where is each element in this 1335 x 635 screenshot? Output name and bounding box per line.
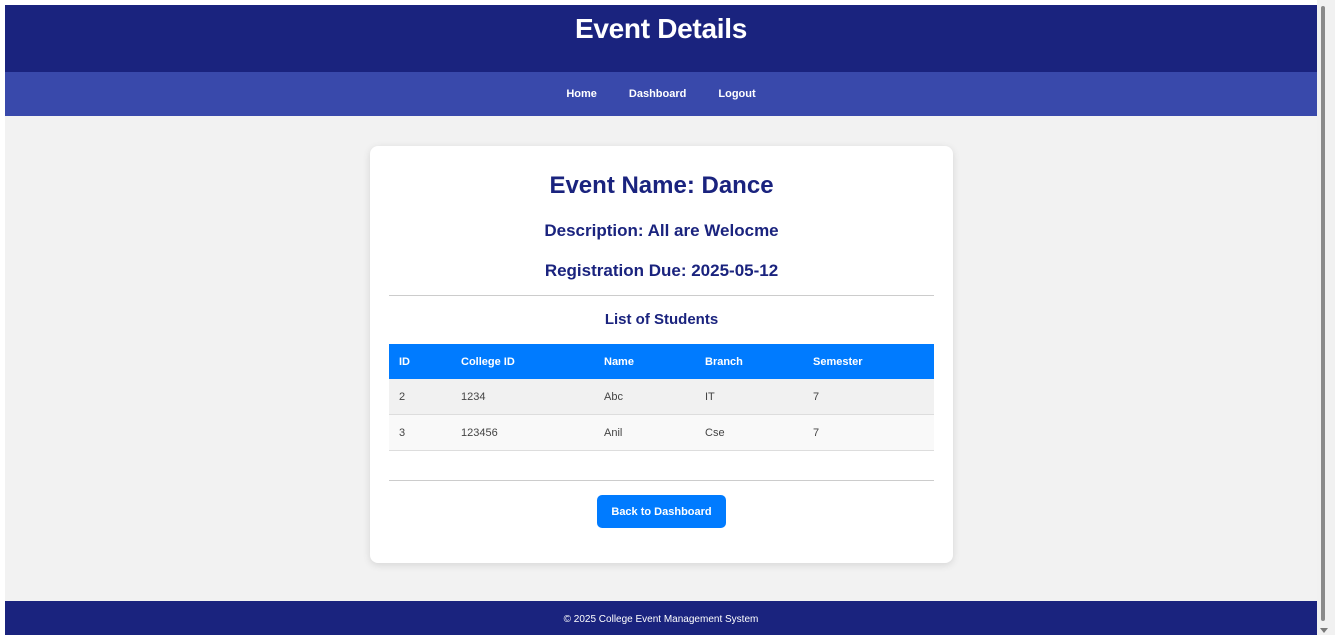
divider [389, 480, 934, 481]
nav-dashboard-link[interactable]: Dashboard [629, 88, 686, 100]
cell-name: Anil [594, 414, 695, 451]
vertical-scrollbar[interactable] [1317, 0, 1335, 635]
main-nav: Home Dashboard Logout [5, 72, 1317, 116]
scrollbar-thumb[interactable] [1321, 6, 1325, 621]
table-header-row: ID College ID Name Branch Semester [389, 344, 934, 379]
page-title: Event Details [575, 13, 747, 44]
cell-semester: 7 [803, 379, 934, 415]
page: Event Details Home Dashboard Logout Even… [0, 0, 1335, 635]
event-name: Event Name: Dance [549, 172, 774, 199]
column-header-college-id: College ID [451, 344, 594, 379]
site-footer: © 2025 College Event Management System [5, 601, 1317, 635]
cell-college-id: 123456 [451, 414, 594, 451]
scroll-down-arrow-icon[interactable] [1320, 628, 1328, 633]
column-header-semester: Semester [803, 344, 934, 379]
back-to-dashboard-button[interactable]: Back to Dashboard [597, 495, 726, 528]
cell-id: 2 [389, 379, 451, 415]
cell-semester: 7 [803, 414, 934, 451]
site-header: Event Details [5, 5, 1317, 72]
cell-id: 3 [389, 414, 451, 451]
students-list-title: List of Students [604, 311, 719, 328]
footer-copyright: © 2025 College Event Management System [563, 614, 759, 625]
divider [389, 295, 934, 296]
cell-branch: IT [695, 379, 803, 415]
column-header-name: Name [594, 344, 695, 379]
cell-college-id: 1234 [451, 379, 594, 415]
table-row: 3 123456 Anil Cse 7 [389, 414, 934, 451]
nav-home-link[interactable]: Home [566, 88, 597, 100]
cell-name: Abc [594, 379, 695, 415]
table-row: 2 1234 Abc IT 7 [389, 379, 934, 415]
event-description: Description: All are Welocme [544, 221, 779, 240]
column-header-id: ID [389, 344, 451, 379]
event-registration-due: Registration Due: 2025-05-12 [544, 261, 779, 280]
nav-logout-link[interactable]: Logout [718, 88, 755, 100]
column-header-branch: Branch [695, 344, 803, 379]
students-table: ID College ID Name Branch Semester 2 123… [389, 344, 934, 451]
event-card: Event Name: Dance Description: All are W… [370, 146, 953, 563]
cell-branch: Cse [695, 414, 803, 451]
